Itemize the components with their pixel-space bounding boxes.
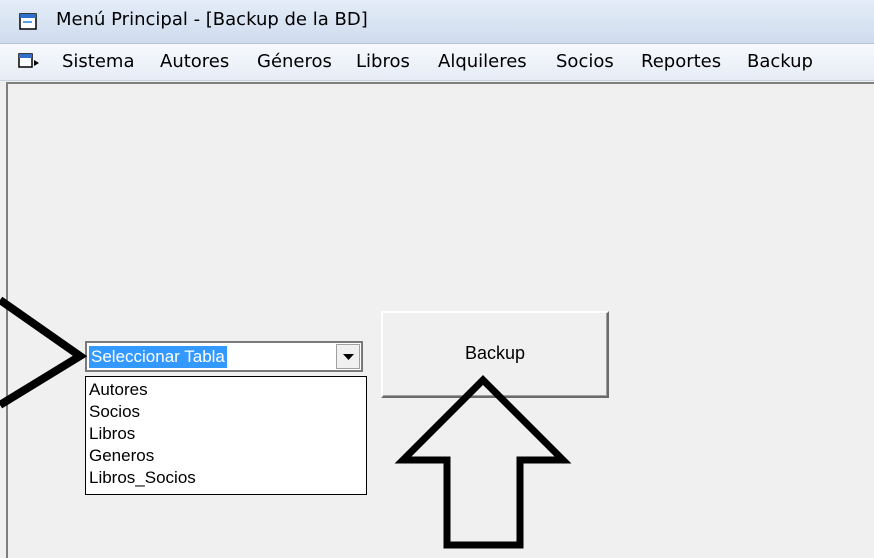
mdi-child-icon[interactable] xyxy=(18,52,40,70)
menu-sistema[interactable]: Sistema xyxy=(62,51,135,72)
combo-selected-text[interactable]: Seleccionar Tabla xyxy=(89,346,227,368)
dropdown-option-libros[interactable]: Libros xyxy=(89,423,135,445)
menu-reportes[interactable]: Reportes xyxy=(641,51,721,72)
menu-generos[interactable]: Géneros xyxy=(257,51,332,72)
title-bar: Menú Principal - [Backup de la BD] xyxy=(0,0,874,44)
dropdown-option-libros-socios[interactable]: Libros_Socios xyxy=(89,467,196,489)
table-select-combobox[interactable]: Seleccionar Tabla xyxy=(85,341,363,372)
menu-alquileres[interactable]: Alquileres xyxy=(438,51,527,72)
combo-dropdown-button[interactable] xyxy=(336,344,360,369)
menu-autores[interactable]: Autores xyxy=(160,51,229,72)
menu-socios[interactable]: Socios xyxy=(556,51,614,72)
dropdown-option-autores[interactable]: Autores xyxy=(89,379,148,401)
dropdown-option-generos[interactable]: Generos xyxy=(89,445,154,467)
backup-button-label: Backup xyxy=(464,343,526,363)
table-dropdown-list: Autores Socios Libros Generos Libros_Soc… xyxy=(85,376,367,495)
menu-backup[interactable]: Backup xyxy=(747,51,813,72)
backup-button[interactable]: Backup xyxy=(381,311,609,398)
chevron-down-icon xyxy=(343,354,354,360)
menu-libros[interactable]: Libros xyxy=(356,51,410,72)
window-icon xyxy=(19,13,37,30)
window-title: Menú Principal - [Backup de la BD] xyxy=(56,9,368,30)
dropdown-option-socios[interactable]: Socios xyxy=(89,401,140,423)
menu-bar: Sistema Autores Géneros Libros Alquilere… xyxy=(0,44,874,81)
